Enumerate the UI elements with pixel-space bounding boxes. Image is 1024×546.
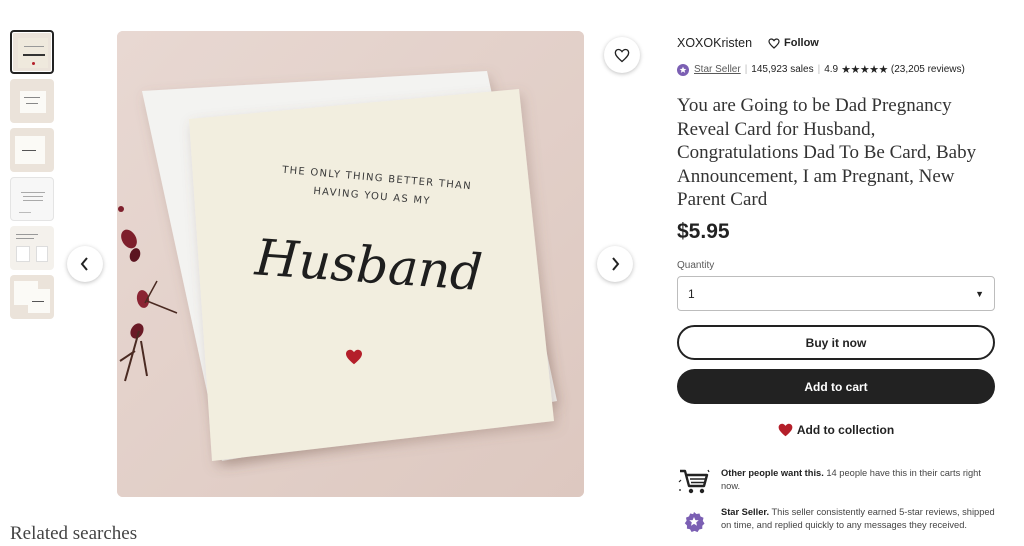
- star-seller-badge-icon: [677, 63, 689, 76]
- follow-button[interactable]: Follow: [768, 37, 819, 49]
- star-seller-text: Star Seller. This seller consistently ea…: [721, 506, 995, 533]
- quantity-label: Quantity: [677, 260, 715, 271]
- rating-value: 4.9: [824, 64, 839, 75]
- thumbnail-6[interactable]: [10, 275, 54, 319]
- quantity-value: 1: [688, 286, 695, 301]
- previous-image-button[interactable]: [67, 246, 103, 282]
- heart-outline-icon: [614, 48, 630, 62]
- chevron-right-icon: [612, 257, 620, 271]
- card-heart-icon: [346, 349, 362, 365]
- shop-name-link[interactable]: XOXOKristen: [677, 36, 752, 50]
- add-to-collection-button[interactable]: Add to collection: [677, 423, 995, 437]
- seller-stats: Star Seller | 145,923 sales | 4.9 ★★★★★ …: [677, 63, 965, 76]
- cart-demand-bold: Other people want this.: [721, 468, 824, 478]
- star-seller-bold: Star Seller.: [721, 507, 770, 517]
- favorite-button[interactable]: [604, 37, 640, 73]
- quantity-select[interactable]: 1 ▼: [677, 276, 995, 311]
- cart-icon: [677, 467, 711, 496]
- reviews-count-link[interactable]: (23,205 reviews): [891, 64, 965, 75]
- cart-demand-highlight: Other people want this. 14 people have t…: [677, 467, 995, 496]
- sales-count: 145,923 sales: [751, 64, 814, 75]
- divider: |: [817, 64, 821, 75]
- main-product-image: THE ONLY THING BETTER THAN HAVING YOU AS…: [117, 31, 584, 497]
- next-image-button[interactable]: [597, 246, 633, 282]
- listing-title: You are Going to be Dad Pregnancy Reveal…: [677, 95, 977, 210]
- caret-down-icon: ▼: [975, 288, 984, 299]
- star-seller-link[interactable]: Star Seller: [694, 64, 741, 75]
- heart-outline-icon: [768, 37, 780, 49]
- add-to-cart-button[interactable]: Add to cart: [677, 369, 995, 404]
- thumbnail-2[interactable]: [10, 79, 54, 123]
- thumbnail-4[interactable]: [10, 177, 54, 221]
- thumbnail-5[interactable]: [10, 226, 54, 270]
- heart-filled-icon: [778, 423, 793, 437]
- star-seller-highlight: Star Seller. This seller consistently ea…: [677, 506, 995, 533]
- shop-row: XOXOKristen Follow: [677, 36, 819, 50]
- thumbnail-1[interactable]: [10, 30, 54, 74]
- chevron-left-icon: [80, 257, 88, 271]
- divider: |: [744, 64, 748, 75]
- buy-it-now-button[interactable]: Buy it now: [677, 325, 995, 360]
- cart-demand-text: Other people want this. 14 people have t…: [721, 467, 995, 496]
- thumbnail-strip: [10, 30, 55, 324]
- related-searches-heading: Related searches: [10, 523, 138, 544]
- price: $5.95: [677, 220, 730, 243]
- thumbnail-3[interactable]: [10, 128, 54, 172]
- follow-label: Follow: [784, 37, 819, 49]
- add-to-collection-label: Add to collection: [796, 423, 895, 437]
- rating-stars: ★★★★★: [841, 64, 888, 76]
- star-seller-badge-icon: [677, 506, 711, 533]
